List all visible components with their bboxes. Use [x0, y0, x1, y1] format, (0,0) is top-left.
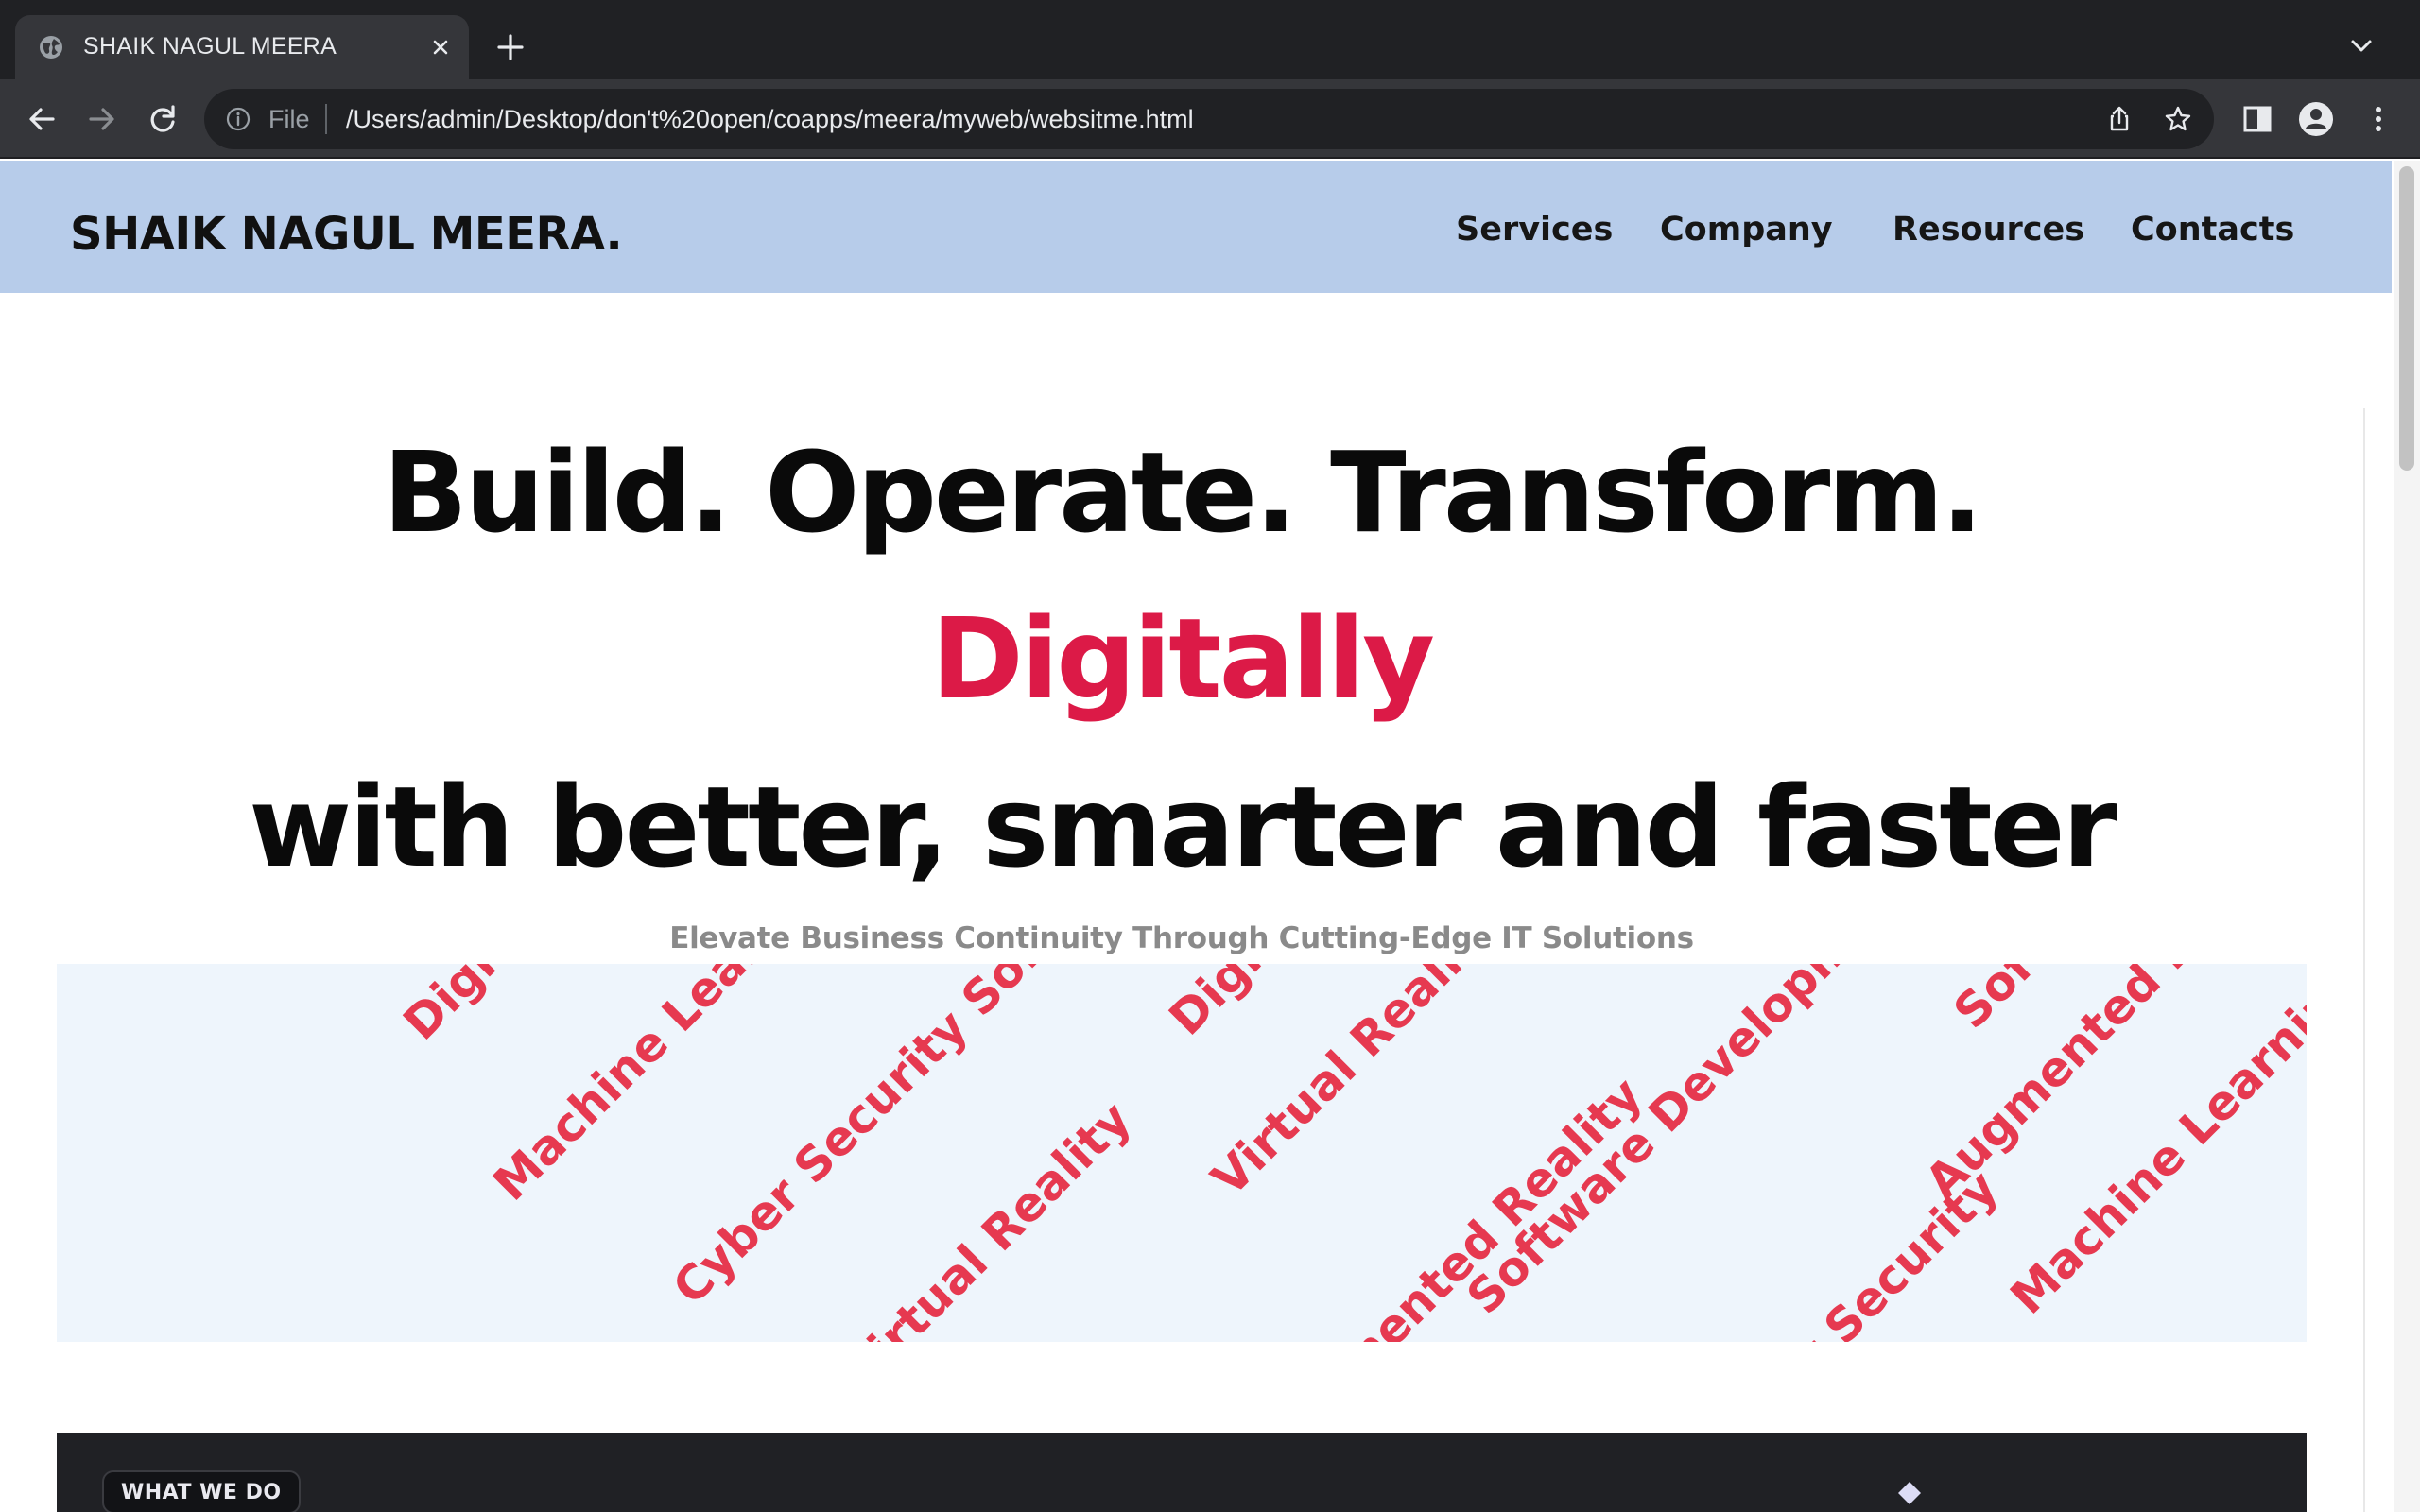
chevron-down-icon[interactable]: [2344, 32, 2378, 60]
diamond-icon: [1898, 1482, 1921, 1504]
hero-heading-line1: Build. Operate. Transform.: [382, 427, 1983, 558]
browser-toolbar: File /Users/admin/Desktop/don't%20open/c…: [0, 79, 2420, 159]
globe-icon: [40, 36, 62, 59]
scrollbar-thumb[interactable]: [2399, 166, 2414, 471]
what-we-do-section: WHAT WE DO: [57, 1433, 2307, 1512]
tab-active[interactable]: SHAIK NAGUL MEERA: [15, 15, 469, 79]
nav-link-services[interactable]: Services: [1456, 208, 1613, 251]
star-icon[interactable]: [2163, 104, 2193, 134]
profile-icon[interactable]: [2297, 100, 2335, 138]
marquee-word: Cyber Security: [1692, 1160, 2009, 1342]
services-marquee: Digital Transformation Machine Learning …: [57, 964, 2307, 1342]
section-badge: WHAT WE DO: [102, 1470, 301, 1512]
nav-link-resources[interactable]: Resources: [1893, 208, 2084, 251]
hero-heading-line3: with better, smarter and faster: [249, 762, 2118, 892]
url-text[interactable]: /Users/admin/Desktop/don't%20open/coapps…: [346, 102, 1194, 136]
reload-icon[interactable]: [144, 100, 182, 138]
back-arrow-icon[interactable]: [23, 100, 60, 138]
address-bar[interactable]: File /Users/admin/Desktop/don't%20open/c…: [204, 89, 2214, 149]
side-panel-icon[interactable]: [2238, 100, 2276, 138]
tab-strip: SHAIK NAGUL MEERA: [0, 0, 2420, 79]
forward-arrow-icon[interactable]: [83, 100, 121, 138]
share-icon[interactable]: [2104, 104, 2135, 134]
plus-icon[interactable]: [492, 28, 529, 66]
site-logo[interactable]: SHAIK NAGUL MEERA.: [70, 206, 623, 263]
browser-window: SHAIK NAGUL MEERA File /Users/admin/Desk…: [0, 0, 2420, 1512]
marquee-word: Virtual Reality: [1201, 964, 1511, 1207]
omnibox-divider: [325, 104, 327, 134]
site-header: SHAIK NAGUL MEERA. Services Company Reso…: [0, 161, 2392, 293]
marquee-word: Machine Learning: [1999, 964, 2307, 1325]
close-icon[interactable]: [427, 34, 454, 60]
nav-link-company[interactable]: Company: [1660, 208, 1833, 251]
kebab-menu-icon[interactable]: [2360, 100, 2397, 138]
info-icon[interactable]: [225, 106, 251, 132]
tab-title: SHAIK NAGUL MEERA: [83, 33, 337, 60]
nav-link-contacts[interactable]: Contacts: [2131, 208, 2294, 251]
page-viewport[interactable]: SHAIK NAGUL MEERA. Services Company Reso…: [0, 161, 2420, 1512]
hero-heading-highlight: Digitally: [930, 593, 1435, 724]
hero-subtitle: Elevate Business Continuity Through Cutt…: [669, 921, 1694, 955]
scheme-label: File: [268, 105, 310, 133]
inner-scroll-track: [2363, 408, 2365, 1512]
